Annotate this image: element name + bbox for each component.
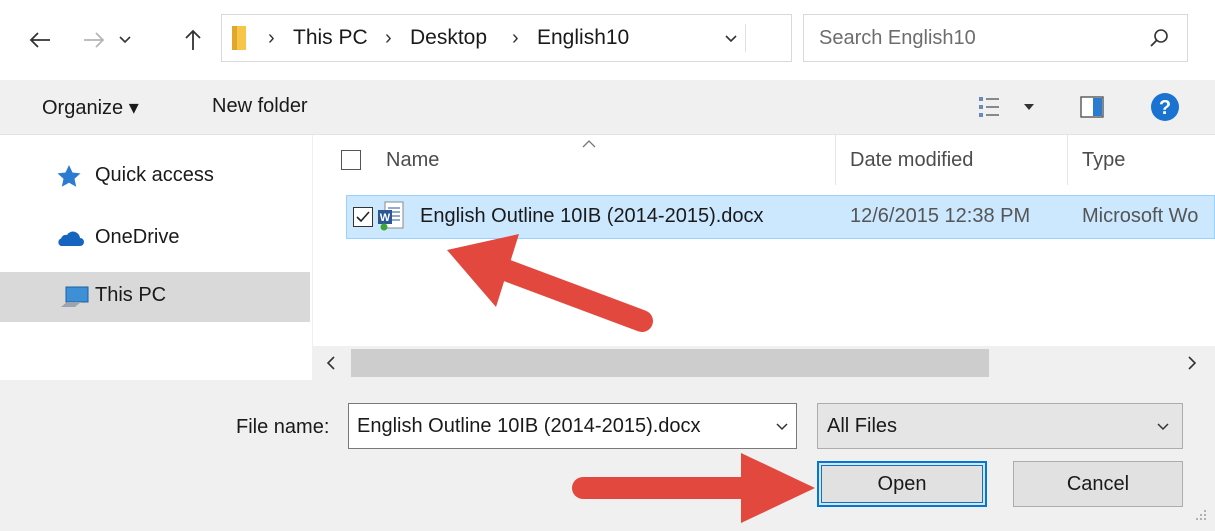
chevron-down-icon xyxy=(119,36,131,44)
up-button[interactable] xyxy=(179,22,207,58)
breadcrumb-separator-icon: › xyxy=(268,27,275,49)
file-row-checkbox[interactable] xyxy=(353,207,373,227)
breadcrumb-separator-icon: › xyxy=(512,27,519,49)
checkmark-icon xyxy=(356,211,370,223)
cloud-icon xyxy=(58,231,84,246)
file-type-value: All Files xyxy=(827,415,898,437)
chevron-down-icon xyxy=(1157,423,1169,431)
computer-icon xyxy=(61,286,89,307)
file-name-field[interactable]: English Outline 10IB (2014-2015).docx xyxy=(348,403,797,449)
column-header-name[interactable]: Name xyxy=(386,149,439,172)
file-date-modified: 12/6/2015 12:38 PM xyxy=(850,205,1031,227)
file-name-label: File name: xyxy=(236,416,330,438)
horizontal-scrollbar[interactable] xyxy=(313,346,1215,380)
svg-text:?: ? xyxy=(1159,97,1171,119)
back-button[interactable] xyxy=(24,22,56,58)
view-dropdown-icon[interactable] xyxy=(1023,103,1035,111)
file-list: Name Date modified Type W English Outlin… xyxy=(320,135,1215,380)
scroll-right-icon[interactable] xyxy=(1187,356,1197,370)
recent-locations-button[interactable] xyxy=(113,22,137,58)
word-document-icon: W xyxy=(378,201,404,231)
nav-item-label: This PC xyxy=(95,284,167,306)
file-name: English Outline 10IB (2014-2015).docx xyxy=(420,205,764,227)
column-header-date-modified[interactable]: Date modified xyxy=(850,149,973,172)
star-icon xyxy=(57,165,81,187)
breadcrumb-separator-icon: › xyxy=(385,27,392,49)
breadcrumb-english10[interactable]: English10 xyxy=(537,26,629,50)
sort-ascending-icon xyxy=(582,140,596,148)
column-divider[interactable] xyxy=(835,135,836,185)
new-folder-button[interactable]: New folder xyxy=(212,95,308,118)
search-icon xyxy=(1150,29,1168,47)
column-header-type[interactable]: Type xyxy=(1082,149,1125,172)
organize-button[interactable]: Organize ▾ xyxy=(42,95,139,120)
file-type-select[interactable]: All Files xyxy=(817,403,1183,449)
dialog-footer: File name: English Outline 10IB (2014-20… xyxy=(0,380,1215,531)
select-all-checkbox[interactable] xyxy=(341,150,361,170)
address-dropdown-icon[interactable] xyxy=(724,34,738,44)
scroll-left-icon[interactable] xyxy=(326,356,336,370)
folder-icon xyxy=(232,26,246,50)
file-name-value[interactable]: English Outline 10IB (2014-2015).docx xyxy=(357,415,701,438)
pane-divider[interactable] xyxy=(312,135,313,380)
nav-item-label: Quick access xyxy=(95,164,214,186)
file-row[interactable]: W English Outline 10IB (2014-2015).docx … xyxy=(346,195,1215,239)
preview-pane-icon[interactable] xyxy=(1080,96,1104,118)
svg-text:W: W xyxy=(380,212,391,224)
address-row: › This PC › Desktop › English10 Search E… xyxy=(0,0,1215,80)
command-toolbar: Organize ▾ New folder ? xyxy=(0,80,1215,135)
forward-button[interactable] xyxy=(78,22,110,58)
nav-item-quick-access[interactable]: Quick access xyxy=(0,152,310,200)
chevron-down-icon[interactable] xyxy=(775,422,789,432)
cancel-button[interactable]: Cancel xyxy=(1013,461,1183,507)
scrollbar-thumb[interactable] xyxy=(351,349,989,377)
open-button[interactable]: Open xyxy=(817,461,987,507)
resize-grip-icon[interactable] xyxy=(1192,506,1208,522)
view-options-icon[interactable] xyxy=(978,95,1002,119)
forward-arrow-icon xyxy=(84,32,105,48)
breadcrumb-this-pc[interactable]: This PC xyxy=(293,26,368,50)
nav-item-this-pc[interactable]: This PC xyxy=(0,272,310,322)
file-type: Microsoft Wo xyxy=(1082,205,1199,227)
up-arrow-icon xyxy=(185,29,201,50)
column-divider[interactable] xyxy=(1067,135,1068,185)
help-icon[interactable]: ? xyxy=(1150,92,1180,122)
navigation-pane: Quick access OneDrive This PC xyxy=(0,135,312,380)
nav-item-onedrive[interactable]: OneDrive xyxy=(0,214,310,262)
nav-item-label: OneDrive xyxy=(95,226,180,248)
back-arrow-icon xyxy=(29,32,50,48)
address-bar[interactable]: › This PC › Desktop › English10 xyxy=(221,14,997,62)
address-divider xyxy=(745,24,746,52)
search-input[interactable]: Search English10 xyxy=(819,27,976,50)
breadcrumb-desktop[interactable]: Desktop xyxy=(410,26,487,50)
search-box[interactable]: Search English10 xyxy=(803,14,1188,62)
